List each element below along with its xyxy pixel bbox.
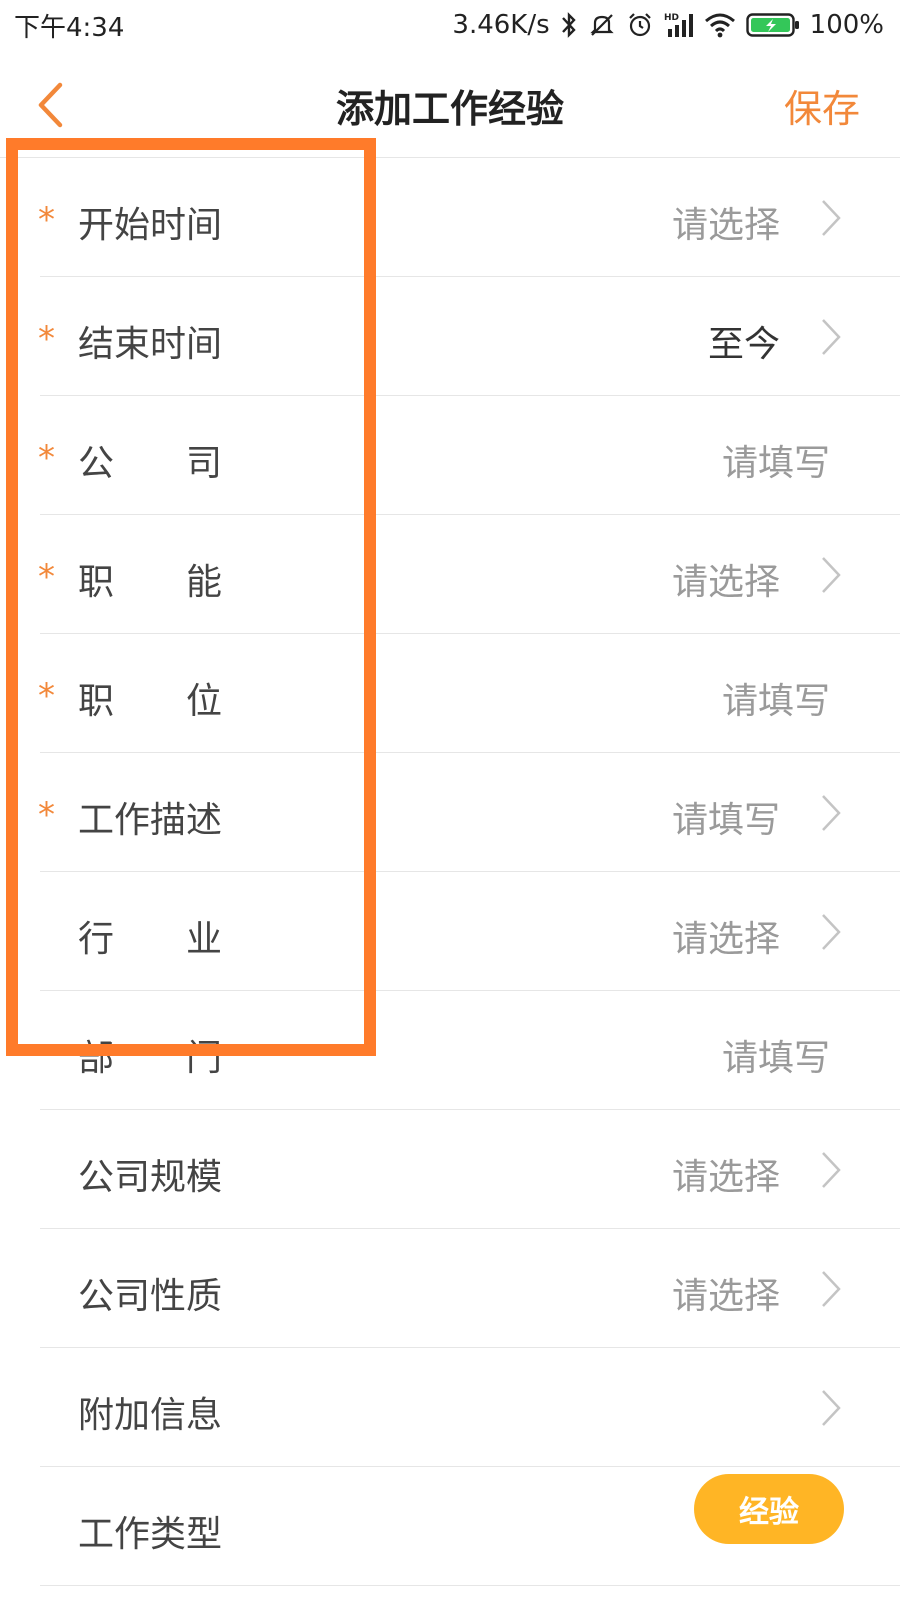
required-asterisk: * [38,676,55,716]
wifi-icon [704,12,736,38]
row-value: 请填写 [721,1038,830,1079]
form-row[interactable]: 部 门 请填写 [40,991,900,1110]
bluetooth-icon [560,11,578,39]
net-speed: 3.46K/s [452,10,550,40]
row-label: 开始时间 [78,205,223,246]
form-row[interactable]: 公司性质 请选择 [40,1229,900,1348]
signal-hd-icon: HD [664,11,694,39]
form-row[interactable]: * 职 能 请选择 [38,515,900,634]
row-value: 请填写 [721,681,830,722]
chevron-right-icon [822,795,841,831]
row-label: 公司规模 [78,1157,223,1198]
row-value: 请填写 [671,800,780,841]
chevron-right-icon [822,1271,841,1307]
row-label: 职 位 [78,681,223,722]
status-bar: 下午4:34 3.46K/s HD 100% [0,0,900,50]
chevron-right-icon [822,914,841,950]
status-right: 3.46K/s HD 100% [452,10,884,40]
form-row[interactable]: * 职 位 请填写 [38,634,900,753]
row-label: 附加信息 [78,1395,223,1436]
form-row[interactable]: * 结束时间 至今 [38,277,900,396]
row-label: 职 能 [78,562,223,603]
row-label: 工作描述 [78,800,223,841]
form-row[interactable]: * 公 司 请填写 [38,396,900,515]
row-value: 请选择 [671,919,780,960]
mute-bell-icon [588,11,616,39]
required-asterisk: * [38,438,55,478]
chevron-right-icon [822,200,841,236]
form-row[interactable]: * 工作描述 请填写 [38,753,900,872]
row-label: 工作类型 [78,1514,223,1555]
alarm-icon [626,11,654,39]
row-label: 结束时间 [78,324,223,365]
row-value: 请选择 [671,205,780,246]
battery-percent: 100% [809,10,884,40]
row-label: 部 门 [78,1038,223,1079]
watermark-logo: 经验 [694,1474,844,1544]
chevron-right-icon [822,1152,841,1188]
row-value: 请选择 [671,1276,780,1317]
chevron-right-icon [822,557,841,593]
row-value: 请选择 [671,1157,780,1198]
battery-charging-icon [745,11,800,39]
row-label: 公 司 [78,443,223,484]
required-asterisk: * [38,557,55,597]
row-label: 公司性质 [78,1276,223,1317]
page-title: 添加工作经验 [335,87,564,131]
form-row[interactable]: * 开始时间 请选择 [38,158,900,277]
nav-bar: 添加工作经验 保存 [0,50,900,158]
required-asterisk: * [38,319,55,359]
status-time: 下午4:34 [14,12,125,43]
row-label: 行 业 [78,919,223,960]
form-row[interactable]: 行 业 请选择 [40,872,900,991]
required-asterisk: * [38,200,55,240]
form-row[interactable]: 公司规模 请选择 [40,1110,900,1229]
row-value: 请填写 [721,443,830,484]
form-list: * 开始时间 请选择 * 结束时间 至今 * 公 司请填写 * 职 能请选择 * 职 位请填写 * 工作描… [38,158,900,1586]
form-row[interactable]: 附加信息 [40,1348,900,1467]
chevron-right-icon [822,319,841,355]
row-value: 请选择 [671,562,780,603]
required-asterisk: * [38,795,55,835]
row-value: 至今 [707,324,780,365]
svg-text:HD: HD [664,13,679,23]
save-button[interactable]: 保存 [784,78,860,133]
chevron-right-icon [822,1390,841,1426]
